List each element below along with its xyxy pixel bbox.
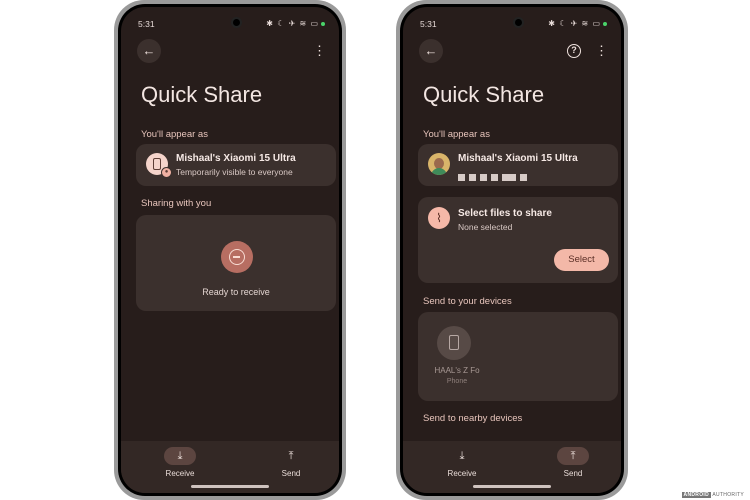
device-avatar — [437, 326, 471, 360]
nav-receive-label: Receive — [447, 469, 477, 478]
device-name: Mishaal's Xiaomi 15 Ultra — [176, 153, 296, 164]
receive-card: Ready to receive — [136, 215, 336, 311]
sharing-with-you-label: Sharing with you — [141, 198, 212, 209]
nav-send[interactable]: ⤒ Send — [543, 447, 603, 478]
device-tile-type: Phone — [446, 378, 468, 385]
nav-receive[interactable]: ⤓ Receive — [432, 447, 492, 478]
bottom-navigation: ⤓ Receive ⤒ Send — [403, 441, 621, 493]
watermark: ANDROID AUTHORITY — [679, 492, 746, 498]
left-screen: 5:31 ✱ ☾ ✈ ≋ ▭ ← ⋮ Quick Share You'll ap… — [121, 7, 339, 493]
send-to-your-devices-label: Send to your devices — [423, 296, 512, 307]
appear-as-label: You'll appear as — [141, 129, 208, 140]
left-phone: 5:31 ✱ ☾ ✈ ≋ ▭ ← ⋮ Quick Share You'll ap… — [114, 0, 346, 500]
ready-to-receive-text: Ready to receive — [202, 287, 270, 297]
phone-icon — [153, 158, 161, 170]
more-vert-icon[interactable]: ⋮ — [313, 41, 326, 61]
phone-avatar: ● — [146, 153, 172, 178]
watermark-text: AUTHORITY — [712, 492, 744, 498]
user-avatar — [428, 153, 450, 175]
select-button[interactable]: Select — [554, 249, 609, 271]
select-files-card[interactable]: ⌇ Select files to share None selected Se… — [418, 197, 618, 283]
upload-icon: ⤒ — [288, 450, 294, 462]
everyone-badge-icon: ● — [161, 167, 172, 178]
status-bar: 5:31 ✱ ☾ ✈ ≋ ▭ — [420, 17, 607, 33]
status-time: 5:31 — [420, 19, 437, 29]
home-indicator[interactable] — [191, 485, 269, 488]
camera-cutout — [231, 17, 242, 28]
download-icon: ⤓ — [164, 447, 196, 465]
your-devices-card: HAAL's Z Fo Phone — [418, 312, 618, 401]
upload-icon: ⤒ — [557, 447, 589, 465]
help-icon[interactable]: ? — [567, 44, 581, 58]
nav-send-label: Send — [281, 469, 301, 478]
watermark-brand: ANDROID — [681, 492, 711, 498]
privacy-dot — [321, 22, 325, 26]
device-tile-name: HAAL's Z Fo — [434, 366, 480, 375]
right-screen: 5:31 ✱ ☾ ✈ ≋ ▭ ← ? ⋮ Quick Share You'll … — [403, 7, 621, 493]
download-icon: ⤓ — [459, 450, 465, 462]
status-time: 5:31 — [138, 19, 155, 29]
device-name: Mishaal's Xiaomi 15 Ultra — [458, 153, 578, 164]
phone-icon — [449, 335, 459, 350]
page-title: Quick Share — [141, 82, 263, 107]
arrow-left-icon: ← — [142, 43, 156, 58]
status-bar: 5:31 ✱ ☾ ✈ ≋ ▭ — [138, 17, 325, 33]
device-identity-card[interactable]: ● Mishaal's Xiaomi 15 Ultra Temporarily … — [136, 144, 336, 186]
privacy-dot — [603, 22, 607, 26]
back-button[interactable]: ← — [137, 39, 161, 63]
send-to-nearby-devices-label: Send to nearby devices — [423, 413, 523, 424]
device-tile[interactable]: HAAL's Z Fo Phone — [428, 322, 486, 386]
select-files-status: None selected — [458, 222, 513, 232]
nav-receive-label: Receive — [165, 469, 195, 478]
nav-receive[interactable]: ⤓ Receive — [150, 447, 210, 478]
page-title: Quick Share — [423, 82, 545, 107]
bottom-navigation: ⤓ Receive ⤒ Send — [121, 441, 339, 493]
paperclip-icon: ⌇ — [428, 207, 450, 229]
appear-as-label: You'll appear as — [423, 129, 490, 140]
home-indicator[interactable] — [473, 485, 551, 488]
arrow-left-icon: ← — [424, 43, 438, 58]
back-button[interactable]: ← — [419, 39, 443, 63]
more-vert-icon[interactable]: ⋮ — [595, 41, 608, 61]
select-files-title: Select files to share — [458, 208, 552, 219]
camera-cutout — [513, 17, 524, 28]
device-identity-card[interactable]: Mishaal's Xiaomi 15 Ultra — [418, 144, 618, 186]
nav-send-label: Send — [563, 469, 583, 478]
status-icons: ✱ ☾ ✈ ≋ ▭ — [548, 19, 601, 28]
visibility-status: Temporarily visible to everyone — [176, 167, 293, 177]
status-icons: ✱ ☾ ✈ ≋ ▭ — [266, 19, 319, 28]
redacted-account-text — [458, 168, 558, 181]
right-phone: 5:31 ✱ ☾ ✈ ≋ ▭ ← ? ⋮ Quick Share You'll … — [396, 0, 628, 500]
receive-status-icon — [221, 241, 253, 273]
nav-send[interactable]: ⤒ Send — [261, 447, 321, 478]
